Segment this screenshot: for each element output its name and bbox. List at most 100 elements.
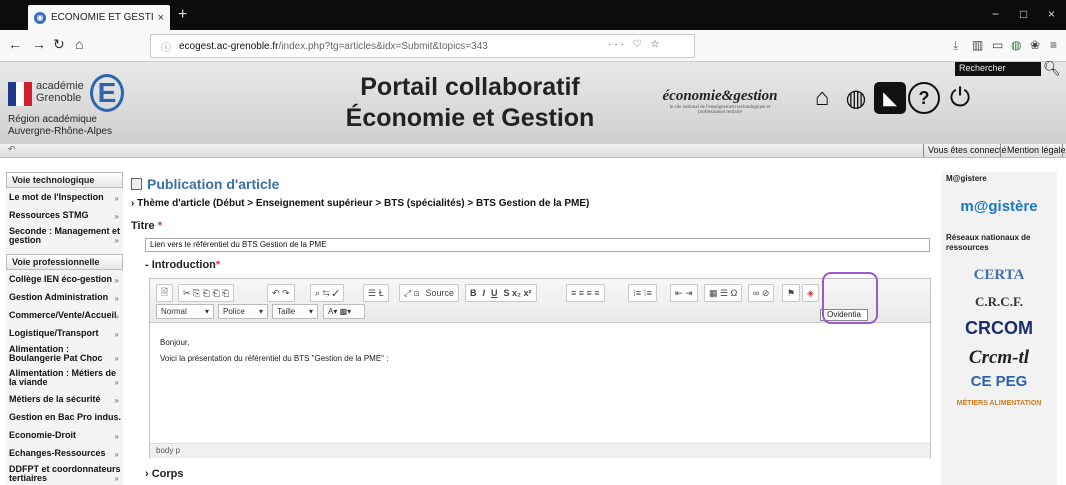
legal-link[interactable]: Mention légale <box>1007 145 1066 155</box>
certa-logo[interactable]: CERTA <box>941 267 1057 284</box>
grenoble-text: Grenoble <box>36 92 82 104</box>
region-line1: Région académique <box>8 114 97 125</box>
sidebar-item-viande[interactable]: Alimentation : Métiers de la viande» <box>6 366 123 390</box>
download-icon[interactable]: ⤓ <box>953 38 958 53</box>
undo-icon[interactable]: ↶ <box>8 144 16 155</box>
rss-icon[interactable]: ◣ <box>874 82 906 114</box>
library-icon[interactable]: ▥ <box>972 38 983 52</box>
insert-group[interactable]: ▦ ☰ Ω <box>704 284 743 302</box>
info-icon: ⓘ <box>161 42 171 54</box>
maximize-button[interactable]: □ <box>1020 7 1027 21</box>
help-icon[interactable]: ? <box>908 82 940 114</box>
font-select[interactable]: Police ▾ <box>218 304 268 319</box>
chevron-right-icon: » <box>114 432 119 441</box>
home-icon[interactable]: ⌂ <box>75 36 83 52</box>
page-actions-icon[interactable]: ··· ♡ ☆ <box>608 39 662 50</box>
tab-close-icon[interactable]: × <box>158 12 164 24</box>
sidebar-item-echanges[interactable]: Echanges-Ressources» <box>6 444 123 462</box>
extension2-icon[interactable]: ❀ <box>1030 38 1040 52</box>
minimize-button[interactable]: − <box>992 7 999 21</box>
economie-gestion-logo[interactable]: économie&gestion le site national de l'e… <box>660 88 780 124</box>
crcf-logo[interactable]: C.R.C.F. <box>941 294 1057 310</box>
corps-label[interactable]: › Corps <box>145 468 184 480</box>
home-icon[interactable]: ⌂ <box>806 82 838 114</box>
magistere-logo[interactable]: m@gistère <box>941 198 1057 215</box>
sidebar-item-bacpro[interactable]: Gestion en Bac Pro indus.» <box>6 408 123 426</box>
find-replace-group[interactable]: ⌕ ⇆ ✓ <box>310 284 345 302</box>
list-group[interactable]: ⁝≡ ⁝≡ <box>628 284 657 302</box>
search-icon[interactable]: 🔍︎ <box>1043 60 1061 77</box>
source-button[interactable]: ⤢ ⊡ Source <box>399 284 459 302</box>
sidebar-item-commerce[interactable]: Commerce/Vente/Accueil» <box>6 306 123 324</box>
site-title-line1: Portail collaboratif <box>360 73 580 101</box>
new-tab-button[interactable]: + <box>178 6 187 24</box>
academie-text: académie <box>36 80 84 92</box>
forward-icon[interactable]: → <box>32 36 46 52</box>
cerpeg-logo[interactable]: CE PEG <box>941 373 1057 390</box>
browser-tab[interactable]: ◉ ECONOMIE ET GESTION - GRE × <box>28 5 170 30</box>
extension-icon[interactable]: ◍ <box>1011 38 1021 52</box>
clipboard-group[interactable]: ✂ ⎘ ⎗ ⎗ ⎗ <box>178 284 235 302</box>
content-line: Voici la présentation du référentiel du … <box>160 354 389 363</box>
editor-status-bar: body p <box>150 443 930 458</box>
text-style-group[interactable]: B I U S x₂ x² <box>465 284 537 302</box>
menu-icon[interactable]: ≡ <box>1050 38 1057 52</box>
tab-title: ECONOMIE ET GESTION - GRE <box>51 12 154 23</box>
sidebar-item-logistique[interactable]: Logistique/Transport» <box>6 324 123 342</box>
sidebar-item-college[interactable]: Collège IEN éco-gestion» <box>6 270 123 288</box>
search-input[interactable]: Rechercher <box>955 62 1041 76</box>
eco-logo-text: économie&gestion <box>662 88 778 104</box>
url-host: ecogest.ac-grenoble.fr <box>179 40 279 52</box>
region-line2: Auvergne-Rhône-Alpes <box>8 126 112 137</box>
link-group[interactable]: ∞ ⊘ <box>748 284 775 302</box>
sidebar-toggle-icon[interactable]: ▭ <box>992 38 1003 52</box>
editor-content[interactable]: Bonjour, Voici la présentation du référe… <box>160 337 388 365</box>
sidebar-section-professionnelle[interactable]: Voie professionnelle <box>6 254 123 270</box>
chevron-right-icon: » <box>114 414 119 423</box>
sidebar-item-boulangerie[interactable]: Alimentation : Boulangerie Pat Choc» <box>6 342 123 366</box>
new-page-button[interactable]: 🗎 <box>156 284 174 302</box>
sidebar-item-securite[interactable]: Métiers de la sécurité» <box>6 390 123 408</box>
color-group[interactable]: A▾ ▩▾ <box>323 304 365 319</box>
sidebar-item-gestion-admin[interactable]: Gestion Administration» <box>6 288 123 306</box>
sidebar-section-technologique[interactable]: Voie technologique <box>6 172 123 188</box>
chevron-down-icon: ▾ <box>204 307 209 316</box>
format-select[interactable]: Normal ▾ <box>156 304 214 319</box>
reseaux-heading: Réseaux nationaux de ressources <box>946 233 1031 252</box>
chevron-down-icon: ▾ <box>258 307 263 316</box>
eco-logo-subtitle: le site national de l'enseignement techn… <box>669 105 771 115</box>
chevron-right-icon: » <box>114 354 119 363</box>
sidebar-item-seconde[interactable]: Seconde : Management et gestion» <box>6 224 123 248</box>
editor-toolbar: 🗎 ✂ ⎘ ⎗ ⎗ ⎗ ↶ ↷ ⌕ ⇆ ✓ ☰ Ɫ ⤢ ⊡ Source B I… <box>150 279 930 323</box>
metiers-alimentation-logo[interactable]: MÉTIERS ALIMENTATION <box>941 400 1057 407</box>
sidebar-item-ddfpt[interactable]: DDFPT et coordonnateurs tertiaires» <box>6 462 123 485</box>
back-icon[interactable]: ← <box>8 36 22 52</box>
academie-logo[interactable]: académie Grenoble E Région académique Au… <box>8 70 128 142</box>
chevron-right-icon: » <box>114 312 119 321</box>
article-icon <box>131 178 142 190</box>
url-path: /index.php?tg=articles&idx=Submit&topics… <box>278 40 488 52</box>
republique-flag-icon <box>8 82 32 106</box>
connected-link[interactable]: Vous êtes connecté <box>928 145 1007 155</box>
chevron-down-icon: ▾ <box>308 307 313 316</box>
crcom-logo[interactable]: CRCOM <box>941 318 1057 339</box>
chevron-right-icon: » <box>114 194 119 203</box>
remove-format-group[interactable]: ☰ Ɫ <box>363 284 389 302</box>
reload-icon[interactable]: ↻ <box>53 36 65 53</box>
chevron-right-icon: » <box>114 236 119 245</box>
undo-redo-group[interactable]: ↶ ↷ <box>267 284 295 302</box>
align-group[interactable]: ≡ ≡ ≡ ≡ <box>566 284 605 302</box>
titre-input[interactable]: Lien vers le référentiel du BTS Gestion … <box>145 238 930 252</box>
ovidentia-button[interactable]: ◈ <box>802 284 819 302</box>
close-window-button[interactable]: × <box>1048 7 1055 21</box>
globe-icon[interactable]: ◍ <box>840 82 872 114</box>
anchor-button[interactable]: ⚑ <box>782 284 801 302</box>
sidebar-item-stmg[interactable]: Ressources STMG» <box>6 206 123 224</box>
sidebar-item-eco-droit[interactable]: Economie-Droit» <box>6 426 123 444</box>
sidebar-item-inspection[interactable]: Le mot de l'Inspection» <box>6 188 123 206</box>
indent-group[interactable]: ⇤ ⇥ <box>670 284 698 302</box>
crcmtl-logo[interactable]: Crcm-tl <box>941 347 1057 369</box>
browser-tab-bar: ◉ ECONOMIE ET GESTION - GRE × + − □ × <box>0 0 1066 30</box>
size-select[interactable]: Taille ▾ <box>272 304 318 319</box>
power-icon[interactable]: ⏻ <box>944 82 976 114</box>
